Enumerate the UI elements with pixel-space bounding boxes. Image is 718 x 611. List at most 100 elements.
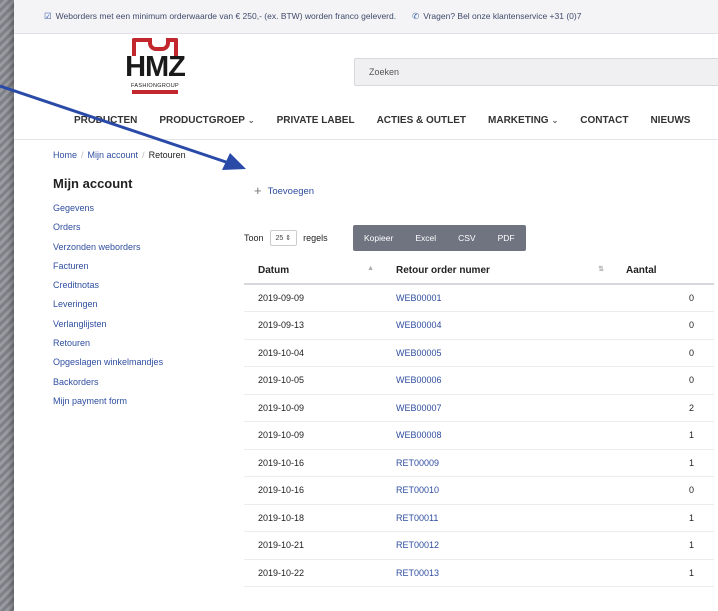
cell-order-number[interactable]: WEB00004: [378, 311, 608, 340]
table-row: 2019-10-04 WEB00005 0: [244, 339, 714, 367]
cell-order-number[interactable]: WEB00006: [378, 366, 608, 395]
table-row: 2019-10-09 WEB00008 1: [244, 421, 714, 450]
sidebar-item[interactable]: Backorders: [53, 373, 243, 392]
export-button-excel[interactable]: Excel: [404, 225, 447, 251]
cell-order-number[interactable]: RET00010: [378, 476, 608, 505]
sidebar-item[interactable]: Leveringen: [53, 295, 243, 314]
cell-quantity: 0: [608, 366, 714, 395]
table-row: 2019-10-09 WEB00007 2: [244, 394, 714, 422]
cell-order-number[interactable]: WEB00005: [378, 339, 608, 367]
cell-date: 2019-10-18: [244, 504, 378, 532]
export-buttons: Kopieer Excel CSV PDF: [353, 225, 526, 251]
sort-icon: ⇅: [598, 265, 604, 273]
table-row: 2019-10-16 RET00010 0: [244, 476, 714, 505]
breadcrumb-separator: /: [81, 150, 84, 160]
sidebar-item[interactable]: Retouren: [53, 334, 243, 353]
sidebar-item[interactable]: Mijn payment form: [53, 392, 243, 411]
cell-quantity: 1: [608, 559, 714, 587]
page-length-value: 25: [275, 235, 284, 242]
cell-quantity: 1: [608, 504, 714, 532]
length-prefix: Toon: [244, 233, 264, 243]
table-row: 2019-10-22 RET00013 1: [244, 559, 714, 587]
header-order-number-label: Retour order numer: [396, 264, 490, 276]
nav-item[interactable]: CONTACT: [580, 115, 628, 126]
length-suffix: regels: [303, 233, 328, 243]
cell-order-number[interactable]: RET00009: [378, 449, 608, 477]
cell-date: 2019-10-05: [244, 366, 378, 395]
cell-date: 2019-09-13: [244, 311, 378, 340]
cell-quantity: 1: [608, 531, 714, 560]
nav-item-label: PRODUCTEN: [74, 115, 138, 126]
top-info-bar: ☑ Weborders met een minimum orderwaarde v…: [14, 0, 718, 34]
header-order-number[interactable]: Retour order numer ⇅: [378, 257, 608, 285]
logo-subtitle: FASHIONGROUP: [131, 83, 179, 89]
page-length-control: Toon 25 ⇕ regels: [244, 226, 328, 250]
breadcrumb-current: Retouren: [148, 150, 186, 160]
cell-order-number[interactable]: WEB00001: [378, 284, 608, 312]
cell-order-number[interactable]: RET00011: [378, 504, 608, 532]
table-row: 2019-10-16 RET00009 1: [244, 449, 714, 477]
cell-quantity: 2: [608, 394, 714, 422]
breadcrumb-home[interactable]: Home: [53, 150, 77, 160]
cell-order-number[interactable]: WEB00008: [378, 421, 608, 450]
sidebar-item[interactable]: Verzonden weborders: [53, 238, 243, 257]
chevron-down-icon: ⌄: [247, 116, 255, 125]
header-aantal-label: Aantal: [626, 264, 657, 276]
cell-date: 2019-09-09: [244, 284, 378, 312]
nav-item[interactable]: PRIVATE LABEL: [277, 115, 355, 126]
cell-date: 2019-10-09: [244, 421, 378, 450]
export-button-kopieer[interactable]: Kopieer: [353, 225, 404, 251]
nav-item[interactable]: NIEUWS: [650, 115, 690, 126]
export-button-pdf[interactable]: PDF: [487, 225, 526, 251]
plus-icon: +: [254, 183, 262, 198]
sort-asc-icon: ▲: [367, 264, 374, 272]
cell-order-number[interactable]: WEB00007: [378, 394, 608, 422]
add-button[interactable]: + Toevoegen: [254, 183, 314, 198]
breadcrumb-separator: /: [142, 150, 145, 160]
table-row: 2019-09-09 WEB00001 0: [244, 284, 714, 312]
sidebar-title: Mijn account: [53, 176, 133, 191]
table-row: 2019-10-18 RET00011 1: [244, 504, 714, 532]
sidebar-item[interactable]: Orders: [53, 218, 243, 237]
shipping-notice: ☑ Weborders met een minimum orderwaarde v…: [44, 11, 396, 22]
header-datum[interactable]: Datum ▲: [244, 257, 378, 285]
header: HMZ FASHIONGROUP Zoeken: [14, 34, 718, 102]
page-length-select[interactable]: 25 ⇕: [269, 230, 298, 246]
nav-item[interactable]: ACTIES & OUTLET: [377, 115, 466, 126]
phone-icon: ✆: [412, 11, 420, 21]
shipping-notice-text: Weborders met een minimum orderwaarde va…: [55, 11, 397, 21]
hmz-logo[interactable]: HMZ FASHIONGROUP: [118, 38, 192, 98]
cell-date: 2019-10-21: [244, 531, 378, 560]
cell-date: 2019-10-16: [244, 476, 378, 505]
chevron-down-icon: ⌄: [551, 116, 559, 125]
cell-order-number[interactable]: RET00013: [378, 559, 608, 587]
add-label: Toevoegen: [267, 186, 315, 197]
sidebar-item[interactable]: Opgeslagen winkelmandjes: [53, 353, 243, 372]
sidebar-item[interactable]: Facturen: [53, 257, 243, 276]
cell-date: 2019-10-04: [244, 339, 378, 367]
nav-item-label: MARKETING: [488, 115, 549, 126]
nav-item-label: ACTIES & OUTLET: [376, 115, 467, 126]
nav-item[interactable]: MARKETING ⌄: [488, 115, 558, 126]
cell-order-number[interactable]: RET00012: [378, 531, 608, 560]
returns-table: Datum ▲ Retour order numer ⇅ Aantal 2019-0…: [244, 257, 714, 587]
nav-item[interactable]: PRODUCTEN: [74, 115, 137, 126]
cell-quantity: 0: [608, 339, 714, 367]
search-input[interactable]: Zoeken: [354, 58, 718, 86]
header-aantal[interactable]: Aantal: [608, 257, 714, 285]
cell-quantity: 0: [608, 284, 714, 312]
export-button-csv[interactable]: CSV: [447, 225, 486, 251]
cell-quantity: 0: [608, 311, 714, 340]
sidebar-item[interactable]: Gegevens: [53, 199, 243, 218]
breadcrumb-account[interactable]: Mijn account: [88, 150, 139, 160]
sidebar-item[interactable]: Creditnotas: [53, 276, 243, 295]
nav-item-label: CONTACT: [580, 115, 629, 126]
table-row: 2019-10-21 RET00012 1: [244, 531, 714, 560]
service-notice[interactable]: ✆ Vragen? Bel onze klantenservice +31 (0)…: [412, 11, 581, 22]
nav-item-label: PRIVATE LABEL: [276, 115, 355, 126]
nav-item[interactable]: PRODUCTGROEP ⌄: [159, 115, 254, 126]
cell-date: 2019-10-09: [244, 394, 378, 422]
breadcrumb: Home / Mijn account / Retouren: [53, 150, 186, 160]
calendar-check-icon: ☑: [44, 11, 52, 21]
sidebar-item[interactable]: Verlanglijsten: [53, 315, 243, 334]
